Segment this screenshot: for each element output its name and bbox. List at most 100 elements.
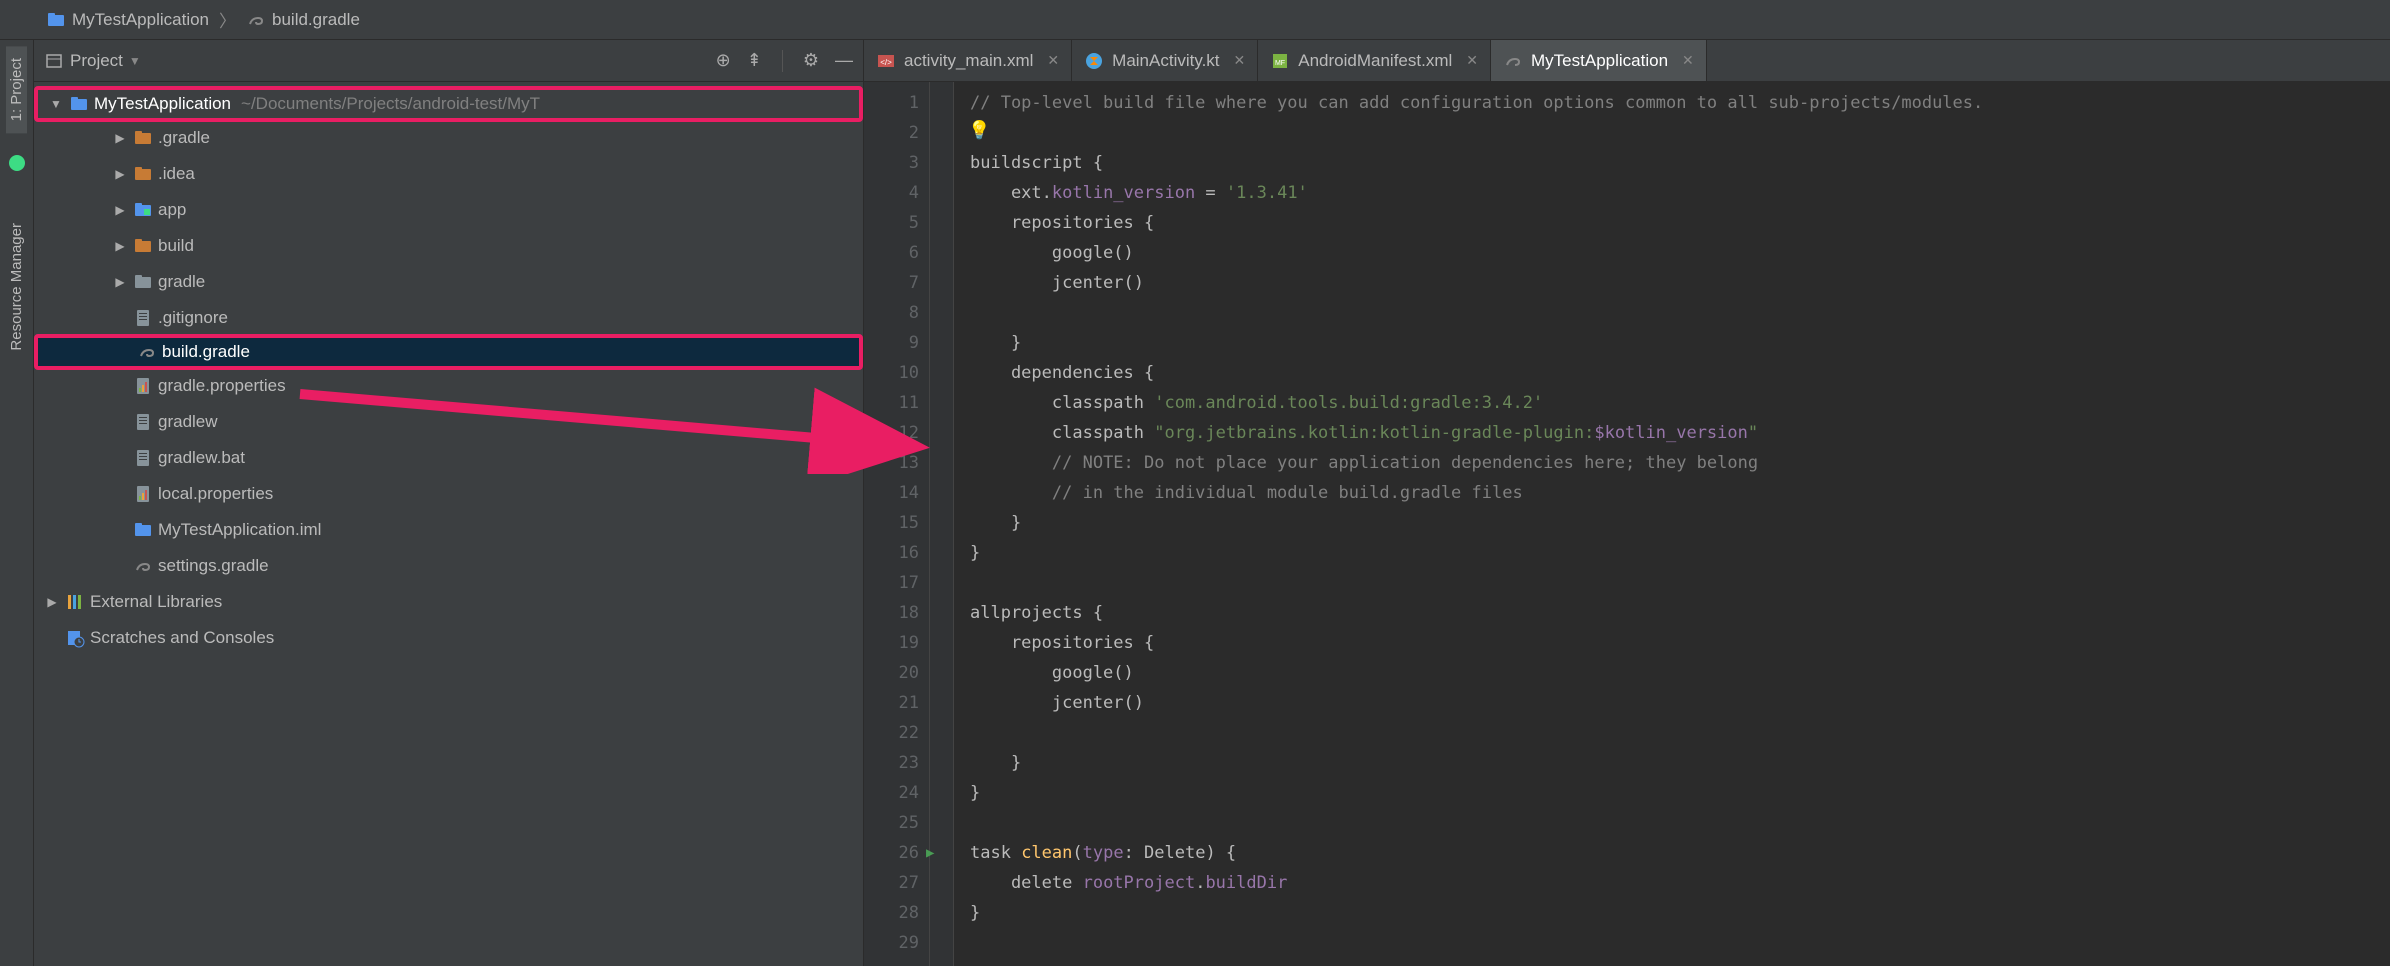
expand-arrow-icon[interactable]: ▶ [110,131,130,145]
tree-scratches[interactable]: Scratches and Consoles [34,620,863,656]
intention-bulb-icon[interactable]: 💡 [968,116,990,146]
code-line[interactable]: repositories { [970,628,2390,658]
tree-item-gradle[interactable]: ▶gradle [34,264,863,300]
expand-arrow-icon[interactable]: ▶ [110,167,130,181]
line-number[interactable]: 23 [864,748,919,778]
code-line[interactable]: } [970,328,2390,358]
code-line[interactable]: classpath "org.jetbrains.kotlin:kotlin-g… [970,418,2390,448]
tree-item-app[interactable]: ▶app [34,192,863,228]
tree-item-gradlew-bat[interactable]: gradlew.bat [34,440,863,476]
tree-item-settings-gradle[interactable]: settings.gradle [34,548,863,584]
rail-tab-resource-manager[interactable]: Resource Manager [6,211,27,363]
tree-item-build-gradle[interactable]: build.gradle [34,334,863,370]
line-number[interactable]: 1 [864,88,919,118]
code-line[interactable] [970,118,2390,148]
expand-arrow-icon[interactable]: ▶ [42,595,62,609]
locate-icon[interactable]: ⊕ [716,50,731,71]
code-line[interactable]: delete rootProject.buildDir [970,868,2390,898]
expand-arrow-icon[interactable]: ▶ [110,203,130,217]
line-number[interactable]: 29 [864,928,919,958]
line-number[interactable]: 4 [864,178,919,208]
line-number[interactable]: 3 [864,148,919,178]
code-line[interactable] [970,568,2390,598]
collapse-all-icon[interactable]: ⇞ [747,50,762,71]
line-number[interactable]: 27 [864,868,919,898]
code-line[interactable]: jcenter() [970,268,2390,298]
line-number[interactable]: 19 [864,628,919,658]
line-number[interactable]: 5 [864,208,919,238]
editor-tab-androidmanifest-xml[interactable]: MFAndroidManifest.xml✕ [1258,40,1491,81]
line-number[interactable]: 22 [864,718,919,748]
close-icon[interactable]: ✕ [1234,52,1246,69]
gear-icon[interactable]: ⚙ [803,50,819,71]
code-line[interactable]: repositories { [970,208,2390,238]
tree-item-local-properties[interactable]: local.properties [34,476,863,512]
code-line[interactable]: } [970,778,2390,808]
editor-tab-mainactivity-kt[interactable]: MainActivity.kt✕ [1072,40,1258,81]
expand-arrow-icon[interactable]: ▶ [110,275,130,289]
line-number[interactable]: 24 [864,778,919,808]
line-number[interactable]: 12 [864,418,919,448]
tree-root-project[interactable]: ▼ MyTestApplication ~/Documents/Projects… [34,86,863,122]
code-line[interactable]: } [970,538,2390,568]
project-tree[interactable]: ▼ MyTestApplication ~/Documents/Projects… [34,82,863,966]
line-number[interactable]: 16 [864,538,919,568]
line-number[interactable]: 15 [864,508,919,538]
line-number[interactable]: 7 [864,268,919,298]
code-content[interactable]: 💡 // Top-level build file where you can … [954,82,2390,966]
code-line[interactable]: ▶task clean(type: Delete) { [970,838,2390,868]
line-number[interactable]: 14 [864,478,919,508]
close-icon[interactable]: ✕ [1682,52,1694,69]
editor-tab-mytestapplication[interactable]: MyTestApplication✕ [1491,40,1707,81]
code-line[interactable]: buildscript { [970,148,2390,178]
tree-item--gradle[interactable]: ▶.gradle [34,120,863,156]
android-icon[interactable] [7,153,27,173]
line-number[interactable]: 6 [864,238,919,268]
tree-external-libraries[interactable]: ▶ External Libraries [34,584,863,620]
tree-item--gitignore[interactable]: .gitignore [34,300,863,336]
code-line[interactable] [970,298,2390,328]
line-number[interactable]: 13 [864,448,919,478]
code-line[interactable]: } [970,508,2390,538]
line-number[interactable]: 10 [864,358,919,388]
expand-arrow-icon[interactable]: ▶ [110,239,130,253]
code-line[interactable]: // in the individual module build.gradle… [970,478,2390,508]
breadcrumb-root[interactable]: MyTestApplication [42,10,213,30]
code-line[interactable]: ext.kotlin_version = '1.3.41' [970,178,2390,208]
project-panel-title[interactable]: Project [70,51,123,71]
line-number-gutter[interactable]: 1234567891011121314151617181920212223242… [864,82,930,966]
line-number[interactable]: 28 [864,898,919,928]
line-number[interactable]: 25 [864,808,919,838]
code-line[interactable] [970,718,2390,748]
line-number[interactable]: 21 [864,688,919,718]
code-line[interactable]: } [970,748,2390,778]
tree-item-gradle-properties[interactable]: gradle.properties [34,368,863,404]
rail-tab-project[interactable]: 1: Project [6,46,27,133]
breadcrumb-file[interactable]: build.gradle [242,10,364,30]
line-number[interactable]: 20 [864,658,919,688]
tree-item-gradlew[interactable]: gradlew [34,404,863,440]
code-line[interactable]: // Top-level build file where you can ad… [970,88,2390,118]
code-line[interactable]: dependencies { [970,358,2390,388]
line-number[interactable]: 17 [864,568,919,598]
code-line[interactable]: } [970,898,2390,928]
line-number[interactable]: 8 [864,298,919,328]
code-line[interactable]: jcenter() [970,688,2390,718]
line-number[interactable]: 26 [864,838,919,868]
editor-tab-activity-main-xml[interactable]: </>activity_main.xml✕ [864,40,1072,81]
line-number[interactable]: 18 [864,598,919,628]
tree-item--idea[interactable]: ▶.idea [34,156,863,192]
tree-item-build[interactable]: ▶build [34,228,863,264]
dropdown-arrow-icon[interactable]: ▼ [129,54,141,68]
line-number[interactable]: 11 [864,388,919,418]
close-icon[interactable]: ✕ [1047,52,1059,69]
code-line[interactable]: allprojects { [970,598,2390,628]
fold-gutter[interactable] [930,82,954,966]
code-line[interactable]: google() [970,658,2390,688]
run-gutter-icon[interactable]: ▶ [926,838,934,868]
hide-icon[interactable]: — [835,50,853,71]
code-line[interactable] [970,808,2390,838]
line-number[interactable]: 2 [864,118,919,148]
code-line[interactable]: google() [970,238,2390,268]
close-icon[interactable]: ✕ [1466,52,1478,69]
